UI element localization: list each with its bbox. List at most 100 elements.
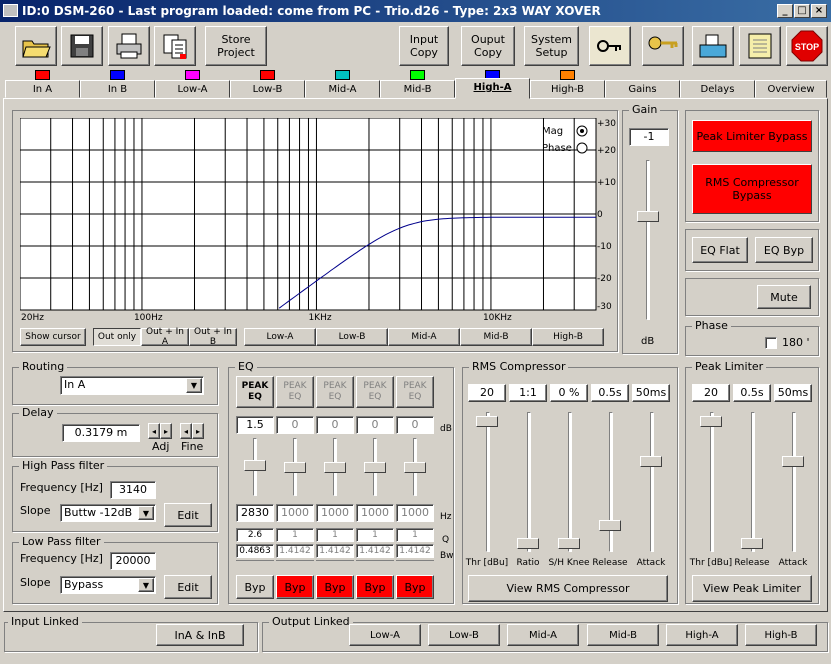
delay-adj-left[interactable]: ◂ bbox=[148, 423, 160, 439]
delay-fine-left[interactable]: ◂ bbox=[180, 423, 192, 439]
eq-band-scroll[interactable] bbox=[236, 560, 274, 566]
eq-band-scroll[interactable] bbox=[396, 560, 434, 566]
gain-slider-thumb[interactable] bbox=[637, 211, 659, 222]
lpf-edit-button[interactable]: Edit bbox=[164, 575, 212, 599]
view-rms-compressor-button[interactable]: View RMS Compressor bbox=[468, 575, 668, 602]
eq-gain-input[interactable]: 0 bbox=[396, 416, 434, 434]
rms-slider-track[interactable] bbox=[527, 412, 531, 552]
peak-value-field[interactable]: 50ms bbox=[774, 384, 812, 402]
eq-frequency-input[interactable]: 1000 bbox=[396, 504, 434, 522]
eq-gain-input[interactable]: 0 bbox=[276, 416, 314, 434]
eq-bypass-button[interactable]: Byp bbox=[316, 575, 354, 599]
eq-bypass-button[interactable]: EQ Byp bbox=[755, 237, 813, 263]
eq-gain-slider-thumb[interactable] bbox=[404, 462, 426, 473]
eq-bypass-button[interactable]: Byp bbox=[276, 575, 314, 599]
tab-overview[interactable]: Overview bbox=[755, 80, 827, 98]
open-folder-button[interactable] bbox=[15, 26, 57, 66]
rms-slider-thumb[interactable] bbox=[558, 538, 580, 549]
peak-slider-thumb[interactable] bbox=[741, 538, 763, 549]
input-copy-button[interactable]: Input Copy bbox=[399, 26, 449, 66]
routing-dropdown-arrow[interactable]: ▼ bbox=[186, 378, 202, 393]
lpf-slope-arrow[interactable]: ▼ bbox=[138, 578, 154, 592]
delay-adj-right[interactable]: ▸ bbox=[160, 423, 172, 439]
peak-slider-track[interactable] bbox=[751, 412, 755, 552]
out-in-b-button[interactable]: Out + In B bbox=[189, 327, 237, 347]
eq-band-type-button[interactable]: PEAK EQ bbox=[316, 376, 354, 408]
graph-low-b-button[interactable]: Low-B bbox=[316, 328, 388, 346]
rms-slider-track[interactable] bbox=[568, 412, 572, 552]
eq-gain-slider-thumb[interactable] bbox=[284, 462, 306, 473]
eq-frequency-input[interactable]: 2830 bbox=[236, 504, 274, 522]
document-copy-button[interactable] bbox=[154, 26, 196, 66]
save-button[interactable] bbox=[61, 26, 103, 66]
eq-bw-input[interactable]: 1.4142 bbox=[316, 544, 354, 558]
hpf-frequency-input[interactable]: 3140 bbox=[110, 481, 156, 499]
eq-frequency-input[interactable]: 1000 bbox=[316, 504, 354, 522]
graph-low-a-button[interactable]: Low-A bbox=[244, 328, 316, 346]
system-setup-button[interactable]: System Setup bbox=[524, 26, 579, 66]
output-copy-button[interactable]: Ouput Copy bbox=[461, 26, 515, 66]
eq-bypass-button[interactable]: Byp bbox=[356, 575, 394, 599]
rms-value-field[interactable]: 20 bbox=[468, 384, 506, 402]
output-linked-low-a-button[interactable]: Low-A bbox=[349, 624, 421, 646]
out-only-button[interactable]: Out only bbox=[93, 328, 141, 346]
eq-gain-slider-thumb[interactable] bbox=[364, 462, 386, 473]
tab-high-b[interactable]: High-B bbox=[530, 80, 605, 98]
out-in-a-button[interactable]: Out + In A bbox=[141, 327, 189, 347]
rms-value-field[interactable]: 1:1 bbox=[509, 384, 547, 402]
tab-high-a[interactable]: High-A bbox=[455, 78, 530, 99]
eq-band-scroll[interactable] bbox=[316, 560, 354, 566]
connect-button[interactable] bbox=[692, 26, 734, 66]
rms-slider-track[interactable] bbox=[650, 412, 654, 552]
eq-q-input[interactable]: 1 bbox=[276, 528, 314, 542]
eq-bypass-button[interactable]: Byp bbox=[396, 575, 434, 599]
routing-select[interactable]: In A bbox=[60, 376, 204, 395]
tab-gains[interactable]: Gains bbox=[605, 80, 680, 98]
tab-in-b[interactable]: In B bbox=[80, 80, 155, 98]
lock-key-button[interactable] bbox=[642, 26, 684, 66]
tab-delays[interactable]: Delays bbox=[680, 80, 755, 98]
peak-slider-track[interactable] bbox=[792, 412, 796, 552]
rms-slider-thumb[interactable] bbox=[599, 520, 621, 531]
eq-gain-input[interactable]: 0 bbox=[316, 416, 354, 434]
eq-frequency-input[interactable]: 1000 bbox=[356, 504, 394, 522]
minimize-button[interactable]: _ bbox=[777, 4, 793, 18]
eq-gain-slider-thumb[interactable] bbox=[244, 460, 266, 471]
peak-slider-thumb[interactable] bbox=[700, 416, 722, 427]
delay-fine-right[interactable]: ▸ bbox=[192, 423, 204, 439]
eq-flat-button[interactable]: EQ Flat bbox=[692, 237, 748, 263]
notes-button[interactable] bbox=[739, 26, 781, 66]
view-peak-limiter-button[interactable]: View Peak Limiter bbox=[692, 575, 812, 602]
eq-band-scroll[interactable] bbox=[276, 560, 314, 566]
tab-low-b[interactable]: Low-B bbox=[230, 80, 305, 98]
eq-band-type-button[interactable]: PEAK EQ bbox=[356, 376, 394, 408]
rms-compressor-bypass-button[interactable]: RMS Compressor Bypass bbox=[692, 164, 812, 214]
eq-q-input[interactable]: 1 bbox=[316, 528, 354, 542]
close-button[interactable]: × bbox=[811, 4, 827, 18]
eq-frequency-input[interactable]: 1000 bbox=[276, 504, 314, 522]
eq-gain-input[interactable]: 1.5 bbox=[236, 416, 274, 434]
eq-bw-input[interactable]: 1.4142 bbox=[356, 544, 394, 558]
rms-value-field[interactable]: 50ms bbox=[632, 384, 670, 402]
rms-slider-thumb[interactable] bbox=[640, 456, 662, 467]
peak-limiter-bypass-button[interactable]: Peak Limiter Bypass bbox=[692, 120, 812, 152]
tab-in-a[interactable]: In A bbox=[5, 80, 80, 98]
maximize-button[interactable]: □ bbox=[794, 4, 810, 18]
eq-band-scroll[interactable] bbox=[356, 560, 394, 566]
output-linked-high-a-button[interactable]: High-A bbox=[666, 624, 738, 646]
store-project-button[interactable]: Store Project bbox=[205, 26, 267, 66]
output-linked-low-b-button[interactable]: Low-B bbox=[428, 624, 500, 646]
eq-bypass-button[interactable]: Byp bbox=[236, 575, 274, 599]
peak-slider-track[interactable] bbox=[710, 412, 714, 552]
eq-gain-slider-thumb[interactable] bbox=[324, 462, 346, 473]
tab-mid-a[interactable]: Mid-A bbox=[305, 80, 380, 98]
output-linked-mid-a-button[interactable]: Mid-A bbox=[507, 624, 579, 646]
stop-button[interactable]: STOP bbox=[786, 26, 828, 66]
graph-mid-b-button[interactable]: Mid-B bbox=[460, 328, 532, 346]
eq-q-input[interactable]: 1 bbox=[356, 528, 394, 542]
phase-180-checkbox[interactable] bbox=[765, 337, 777, 349]
lpf-frequency-input[interactable]: 20000 bbox=[110, 552, 156, 570]
peak-value-field[interactable]: 0.5s bbox=[733, 384, 771, 402]
rms-value-field[interactable]: 0.5s bbox=[591, 384, 629, 402]
graph-mid-a-button[interactable]: Mid-A bbox=[388, 328, 460, 346]
